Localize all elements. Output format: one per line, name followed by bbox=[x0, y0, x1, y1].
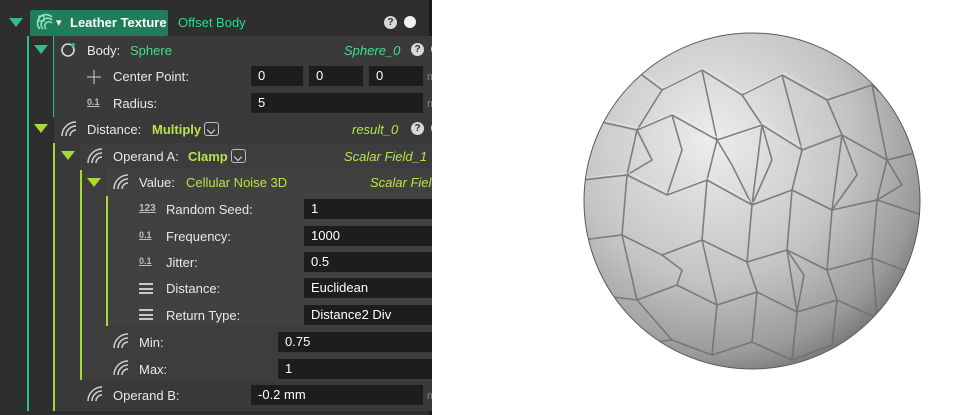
distance-output-name: result_0 bbox=[352, 122, 399, 137]
expand-distance-triangle[interactable] bbox=[34, 124, 48, 133]
body-output-name: Sphere_0 bbox=[344, 43, 401, 58]
output-dot-icon[interactable] bbox=[404, 16, 416, 28]
jitter-label: Jitter: bbox=[166, 255, 198, 270]
decimal-icon: 0.1 bbox=[139, 230, 152, 240]
operand-a-branch-line bbox=[80, 170, 82, 380]
chevron-down-icon[interactable]: ▾ bbox=[56, 16, 62, 29]
operand-a-output-name: Scalar Field_1 bbox=[344, 149, 428, 164]
operand-b-label: Operand B: bbox=[113, 388, 180, 403]
field-arcs-icon bbox=[87, 148, 103, 164]
viewport-preview[interactable] bbox=[432, 0, 958, 415]
value-branch-line bbox=[106, 196, 108, 326]
operand-b-field[interactable]: -0.2 mm bbox=[251, 385, 423, 405]
body-label: Body: bbox=[87, 43, 121, 58]
node-title: Leather Texture bbox=[70, 15, 167, 30]
expand-body-triangle[interactable] bbox=[34, 45, 48, 54]
list-icon bbox=[139, 283, 153, 294]
field-arcs-icon bbox=[113, 333, 129, 349]
radius-field[interactable]: 5 bbox=[251, 93, 423, 113]
crosshair-icon bbox=[87, 70, 101, 84]
decimal-icon: 0.1 bbox=[139, 256, 152, 266]
field-arcs-icon bbox=[113, 360, 129, 376]
distance-type-label: Distance: bbox=[166, 281, 221, 296]
distance-branch-line bbox=[53, 143, 55, 411]
value-node-value[interactable]: Cellular Noise 3D bbox=[186, 175, 287, 190]
root-branch-line bbox=[27, 36, 29, 411]
help-icon[interactable]: ? bbox=[384, 16, 397, 29]
max-field[interactable]: 1 bbox=[278, 359, 450, 379]
circle-icon bbox=[61, 43, 75, 57]
center-point-label: Center Point: bbox=[113, 69, 189, 84]
center-point-x-field[interactable]: 0 bbox=[251, 66, 303, 86]
value-label: Value: bbox=[139, 175, 175, 190]
random-seed-label: Random Seed: bbox=[166, 202, 253, 217]
list-icon bbox=[139, 309, 153, 320]
help-icon[interactable]: ? bbox=[411, 122, 424, 135]
radius-label: Radius: bbox=[113, 96, 158, 111]
distance-label: Distance: bbox=[87, 122, 142, 137]
frequency-label: Frequency: bbox=[166, 229, 232, 244]
leather-texture-node-header[interactable]: ▾ Leather Texture bbox=[30, 10, 168, 36]
distance-value[interactable]: Multiply bbox=[152, 122, 201, 137]
decimal-icon: 0.1 bbox=[87, 97, 100, 107]
operand-a-value[interactable]: Clamp bbox=[188, 149, 228, 164]
distance-type-value: Euclidean bbox=[311, 280, 369, 295]
help-icon[interactable]: ? bbox=[411, 43, 424, 56]
field-node-icon bbox=[36, 13, 53, 30]
return-type-value: Distance2 Div bbox=[311, 307, 392, 322]
integer-icon: 123 bbox=[139, 203, 156, 214]
field-arcs-icon bbox=[87, 386, 103, 402]
field-arcs-icon bbox=[61, 121, 77, 137]
return-type-label: Return Type: bbox=[166, 308, 241, 323]
expand-value-triangle[interactable] bbox=[87, 178, 101, 187]
min-label: Min: bbox=[139, 335, 164, 350]
max-label: Max: bbox=[139, 362, 168, 377]
expand-operand-a-triangle[interactable] bbox=[61, 151, 75, 160]
min-field[interactable]: 0.75 bbox=[278, 332, 450, 352]
field-arcs-icon bbox=[113, 174, 129, 190]
expand-leather-texture-triangle[interactable] bbox=[9, 18, 23, 27]
chevron-down-icon[interactable] bbox=[204, 122, 219, 136]
center-point-z-field[interactable]: 0 bbox=[369, 66, 423, 86]
sphere-preview-image bbox=[583, 32, 921, 370]
body-value[interactable]: Sphere bbox=[130, 43, 172, 58]
operand-a-label: Operand A: bbox=[113, 149, 179, 164]
node-subtitle: Offset Body bbox=[178, 15, 246, 30]
chevron-down-icon[interactable] bbox=[231, 149, 246, 163]
center-point-y-field[interactable]: 0 bbox=[309, 66, 363, 86]
